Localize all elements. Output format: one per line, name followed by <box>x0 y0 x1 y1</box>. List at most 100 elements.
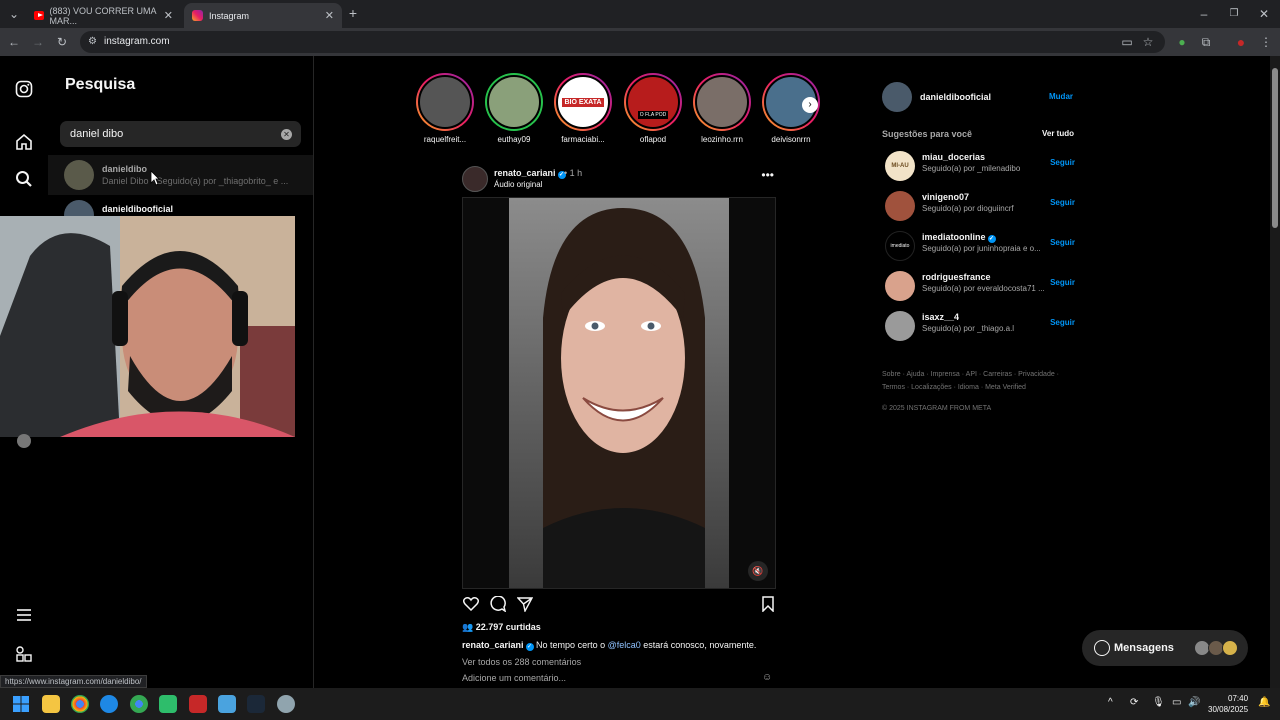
suggestion-username[interactable]: vinigeno07 <box>922 192 969 202</box>
emoji-icon[interactable]: ☺ <box>762 672 772 683</box>
menu-dots-icon[interactable]: ⋮ <box>1258 34 1274 50</box>
close-window-icon[interactable]: ✕ <box>1256 6 1272 22</box>
stories-next-icon[interactable]: › <box>802 97 818 113</box>
restore-icon[interactable]: ❐ <box>1226 6 1242 22</box>
post-author-avatar[interactable] <box>462 166 488 192</box>
minimize-icon[interactable]: – <box>1196 6 1212 22</box>
app-icon[interactable] <box>100 695 118 713</box>
add-comment-input[interactable]: Adicione um comentário... <box>462 673 566 683</box>
suggestion-username[interactable]: miau_docerias <box>922 152 985 162</box>
footer-links[interactable]: Sobre · Ajuda · Imprensa · API · Carreir… <box>882 368 1082 394</box>
follow-button[interactable]: Seguir <box>1050 158 1075 167</box>
home-icon[interactable] <box>14 133 34 153</box>
like-heart-icon[interactable] <box>462 596 480 614</box>
comment-icon[interactable] <box>489 595 507 614</box>
story-item[interactable]: O FLA POD oflapod <box>623 73 683 144</box>
app-icon[interactable] <box>218 695 236 713</box>
file-explorer-icon[interactable] <box>42 695 60 713</box>
story-item[interactable]: BIO EXATA farmaciabi... <box>553 73 613 144</box>
avatar-logo-text: imediato <box>890 243 910 249</box>
volume-icon[interactable]: 🔊 <box>1188 697 1200 708</box>
caption-mention[interactable]: @felca0 <box>608 640 641 650</box>
reload-icon[interactable]: ↻ <box>54 34 70 50</box>
settings-icon[interactable] <box>277 695 295 713</box>
search-icon[interactable] <box>14 170 34 190</box>
messages-button[interactable]: Mensagens <box>1082 630 1248 666</box>
windows-taskbar: ^ ⟳ 🎙 ▭ 🔊 07:40 30/08/2025 🔔 <box>0 688 1280 720</box>
close-tab-icon[interactable]: ✕ <box>164 9 173 22</box>
see-all-link[interactable]: Ver tudo <box>1042 129 1074 138</box>
site-info-icon[interactable]: ⚙ <box>88 31 97 53</box>
save-bookmark-icon[interactable] <box>759 596 777 614</box>
app-icon[interactable] <box>159 695 177 713</box>
extensions-puzzle-icon[interactable]: ⧉ <box>1198 34 1214 50</box>
more-menu-icon[interactable] <box>14 608 34 628</box>
sync-icon[interactable]: ⟳ <box>1130 697 1138 708</box>
profile-avatar[interactable]: ● <box>1233 34 1249 50</box>
suggestion-username[interactable]: imediatoonline ✓ <box>922 232 996 243</box>
post-author-username[interactable]: renato_cariani ✓ <box>494 168 566 179</box>
instagram-logo-icon[interactable] <box>14 80 34 100</box>
follow-button[interactable]: Seguir <box>1050 318 1075 327</box>
bookmark-star-icon[interactable]: ☆ <box>1140 34 1156 50</box>
avatar[interactable] <box>885 271 915 301</box>
start-icon[interactable] <box>12 695 30 713</box>
network-icon[interactable]: ▭ <box>1172 697 1181 708</box>
copyright: © 2025 INSTAGRAM FROM META <box>882 405 992 412</box>
likes-count[interactable]: 👥 22.797 curtidas <box>462 622 541 633</box>
page-scrollbar[interactable] <box>1270 56 1280 688</box>
cast-icon[interactable]: ▭ <box>1119 34 1135 50</box>
avatar[interactable]: imediato <box>885 231 915 261</box>
tray-chevron-icon[interactable]: ^ <box>1108 697 1113 708</box>
suggestion-subtitle: Seguido(a) por juninhopraia e o... <box>922 244 1041 253</box>
footer-line[interactable]: Termos · Localizações · Idioma · Meta Ve… <box>882 381 1082 394</box>
post-video[interactable] <box>462 197 776 589</box>
chrome-profile-icon[interactable] <box>130 695 148 713</box>
share-icon[interactable] <box>516 596 534 614</box>
microphone-icon[interactable]: 🎙 <box>1152 697 1165 708</box>
scrollbar-thumb[interactable] <box>1272 68 1278 228</box>
switch-account-link[interactable]: Mudar <box>1049 92 1073 101</box>
steam-icon[interactable] <box>247 695 265 713</box>
story-username: farmaciabi... <box>561 135 605 144</box>
system-clock[interactable]: 07:40 30/08/2025 <box>1208 693 1248 715</box>
new-tab-icon[interactable]: + <box>345 5 361 21</box>
current-user-avatar[interactable] <box>882 82 912 112</box>
tab-youtube[interactable]: (883) VOU CORRER UMA MAR... ✕ <box>26 3 181 28</box>
search-result[interactable]: danieldibo Daniel Dibo • Seguido(a) por … <box>48 155 313 195</box>
caption-username[interactable]: renato_cariani <box>462 640 524 650</box>
avatar[interactable]: MI-AU <box>885 151 915 181</box>
url-text: instagram.com <box>104 36 170 47</box>
back-icon[interactable]: ← <box>6 34 22 50</box>
story-item[interactable]: raquelfreit... <box>415 73 475 144</box>
more-options-icon[interactable]: ••• <box>761 168 774 182</box>
avatar[interactable] <box>885 191 915 221</box>
close-tab-icon[interactable]: ✕ <box>325 9 334 22</box>
suggestion-username[interactable]: rodriguesfrance <box>922 272 991 282</box>
extension-icon[interactable]: ● <box>1174 34 1190 50</box>
follow-button[interactable]: Seguir <box>1050 278 1075 287</box>
tab-search-icon[interactable]: ⌄ <box>6 6 22 22</box>
apps-icon[interactable] <box>14 646 34 666</box>
search-input[interactable]: daniel dibo ✕ <box>60 121 301 147</box>
tab-instagram[interactable]: Instagram ✕ <box>184 3 342 28</box>
follow-button[interactable]: Seguir <box>1050 238 1075 247</box>
suggestion-username[interactable]: isaxz__4 <box>922 312 959 322</box>
url-field[interactable]: ⚙ instagram.com <box>80 31 1165 53</box>
story-item[interactable]: leozinho.rrn <box>692 73 752 144</box>
profile-avatar[interactable] <box>17 434 31 448</box>
clock-time: 07:40 <box>1228 694 1249 703</box>
follow-button[interactable]: Seguir <box>1050 198 1075 207</box>
view-comments-link[interactable]: Ver todos os 288 comentários <box>462 657 581 667</box>
notification-icon[interactable]: 🔔 <box>1258 697 1270 708</box>
footer-line[interactable]: Sobre · Ajuda · Imprensa · API · Carreir… <box>882 368 1082 381</box>
clear-search-icon[interactable]: ✕ <box>281 129 292 140</box>
app-icon[interactable] <box>189 695 207 713</box>
post-audio-label[interactable]: Áudio original <box>494 180 542 189</box>
mute-icon[interactable]: 🔇 <box>748 561 768 581</box>
current-user-username[interactable]: danieldibooficial <box>920 92 991 102</box>
forward-icon[interactable]: → <box>30 34 46 50</box>
chrome-icon[interactable] <box>71 695 89 713</box>
avatar[interactable] <box>885 311 915 341</box>
story-item[interactable]: euthay09 <box>484 73 544 144</box>
